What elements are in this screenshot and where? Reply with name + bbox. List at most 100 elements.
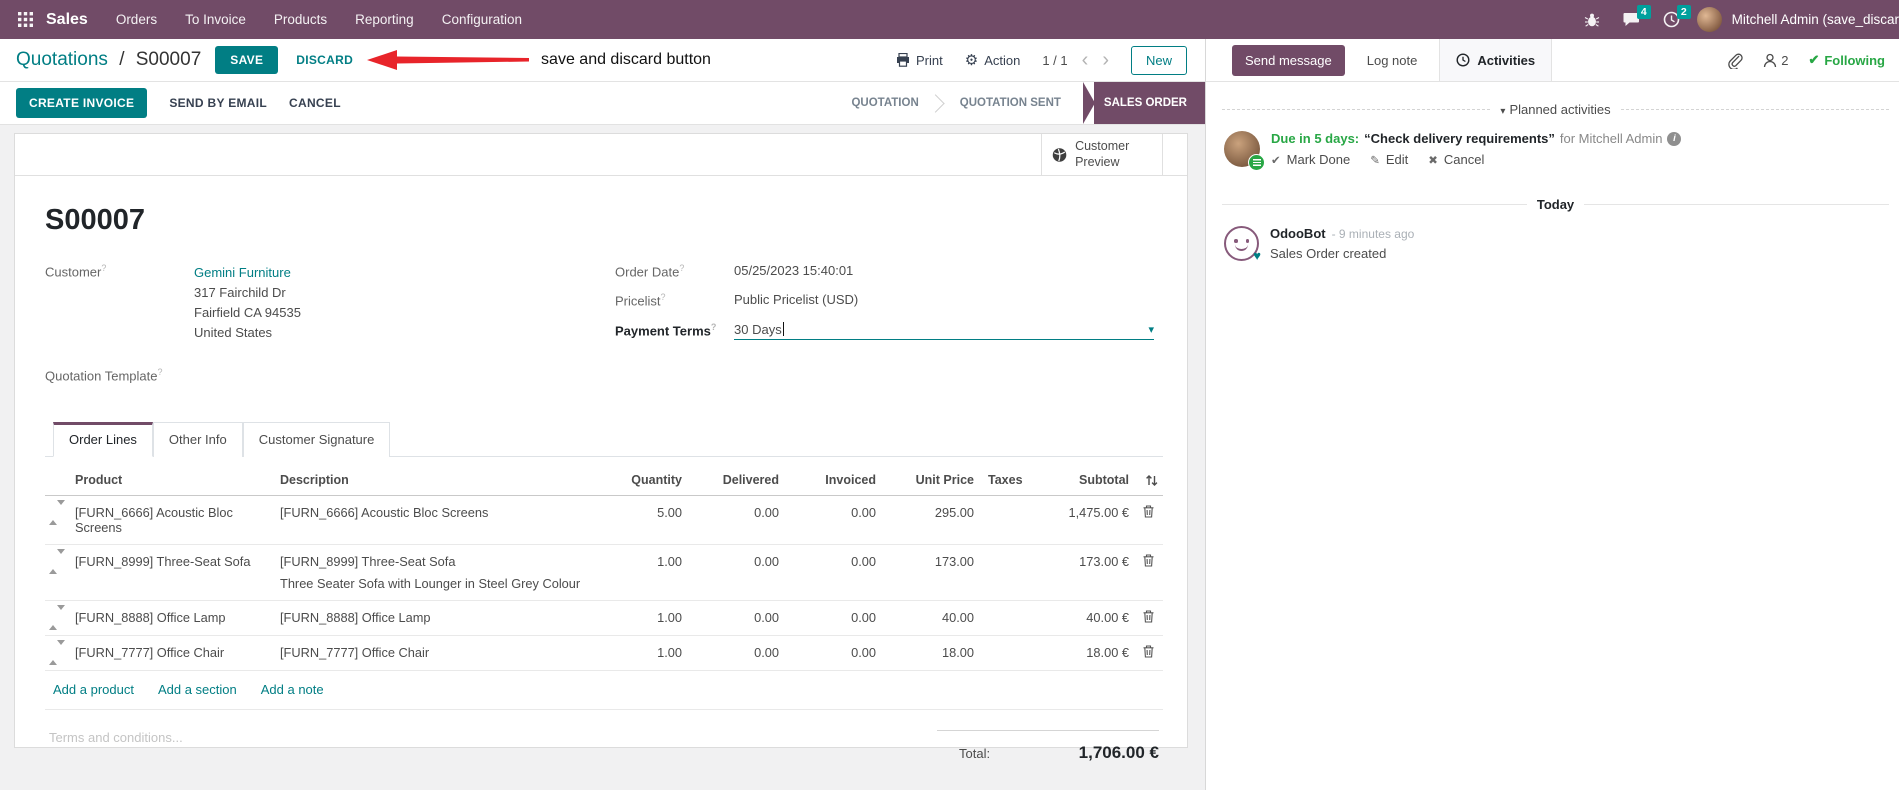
nav-reporting[interactable]: Reporting bbox=[341, 0, 428, 39]
cell-quantity[interactable]: 1.00 bbox=[606, 635, 686, 672]
table-row[interactable]: [FURN_6666] Acoustic Bloc Screens [FURN_… bbox=[45, 495, 1163, 546]
planned-activities-toggle[interactable]: ▾ Planned activities bbox=[1500, 102, 1610, 117]
activities-tab[interactable]: Activities bbox=[1439, 39, 1553, 81]
nav-to-invoice[interactable]: To Invoice bbox=[171, 0, 260, 39]
table-row[interactable]: [FURN_8999] Three-Seat Sofa [FURN_8999] … bbox=[45, 544, 1163, 602]
column-invoiced[interactable]: Invoiced bbox=[783, 465, 880, 497]
send-message-button[interactable]: Send message bbox=[1232, 44, 1345, 76]
terms-and-conditions-placeholder[interactable]: Terms and conditions... bbox=[49, 730, 183, 763]
dropdown-caret-icon[interactable]: ▾ bbox=[1148, 323, 1154, 336]
column-delivered[interactable]: Delivered bbox=[686, 465, 783, 497]
chatter-topbar: Send message Log note Activities 2 ✔ Fol… bbox=[1206, 39, 1899, 82]
drag-handle-icon[interactable] bbox=[49, 605, 65, 631]
tab-customer-signature[interactable]: Customer Signature bbox=[242, 422, 391, 458]
new-button[interactable]: New bbox=[1130, 45, 1187, 75]
optional-columns-icon[interactable] bbox=[1133, 465, 1163, 497]
delete-row-icon[interactable] bbox=[1143, 645, 1154, 658]
user-avatar[interactable] bbox=[1696, 7, 1722, 32]
add-section-link[interactable]: Add a section bbox=[158, 682, 237, 697]
cancel-activity-button[interactable]: ✖ Cancel bbox=[1428, 152, 1484, 167]
order-date-field[interactable]: 05/25/2023 15:40:01 bbox=[734, 263, 853, 279]
cell-description[interactable]: [FURN_7777] Office Chair bbox=[276, 635, 606, 672]
top-navbar: Sales Orders To Invoice Products Reporti… bbox=[0, 0, 1899, 39]
pager-previous-icon[interactable]: ‹ bbox=[1082, 50, 1089, 70]
column-product[interactable]: Product bbox=[71, 465, 276, 497]
pager-next-icon[interactable]: › bbox=[1102, 50, 1109, 70]
apps-grid-icon[interactable] bbox=[12, 7, 38, 33]
delete-row-icon[interactable] bbox=[1143, 610, 1154, 623]
followers-button[interactable]: 2 bbox=[1763, 53, 1788, 68]
add-note-link[interactable]: Add a note bbox=[261, 682, 324, 697]
user-name[interactable]: Mitchell Admin (save_discar bbox=[1732, 12, 1899, 27]
cell-unit-price[interactable]: 173.00 bbox=[880, 544, 978, 602]
nav-orders[interactable]: Orders bbox=[102, 0, 171, 39]
column-quantity[interactable]: Quantity bbox=[606, 465, 686, 497]
app-name[interactable]: Sales bbox=[46, 11, 88, 29]
stage-sales-order[interactable]: SALES ORDER bbox=[1082, 82, 1205, 124]
nav-products[interactable]: Products bbox=[260, 0, 341, 39]
customer-link[interactable]: Gemini Furniture bbox=[194, 263, 301, 283]
table-row[interactable]: [FURN_7777] Office Chair [FURN_7777] Off… bbox=[45, 635, 1163, 672]
cell-taxes[interactable] bbox=[978, 600, 1037, 637]
cell-product[interactable]: [FURN_6666] Acoustic Bloc Screens bbox=[71, 495, 276, 546]
cell-product[interactable]: [FURN_7777] Office Chair bbox=[71, 635, 276, 672]
drag-handle-icon[interactable] bbox=[49, 640, 65, 666]
table-row[interactable]: [FURN_8888] Office Lamp [FURN_8888] Offi… bbox=[45, 600, 1163, 637]
info-icon[interactable]: i bbox=[1667, 131, 1682, 146]
edit-activity-button[interactable]: ✎ Edit bbox=[1370, 152, 1408, 167]
main-panel: Quotations / S00007 SAVE DISCARD save an… bbox=[0, 39, 1206, 790]
stage-quotation[interactable]: QUOTATION bbox=[835, 97, 934, 109]
cell-unit-price[interactable]: 40.00 bbox=[880, 600, 978, 637]
drag-handle-icon[interactable] bbox=[49, 500, 65, 526]
nav-configuration[interactable]: Configuration bbox=[428, 0, 536, 39]
message-author[interactable]: OdooBot bbox=[1270, 226, 1326, 241]
customer-preview-button[interactable]: Customer Preview bbox=[1041, 134, 1163, 175]
payment-terms-field[interactable]: 30 Days ▾ bbox=[734, 322, 1154, 340]
breadcrumb-current: S00007 bbox=[135, 49, 202, 70]
cell-taxes[interactable] bbox=[978, 495, 1037, 546]
column-subtotal[interactable]: Subtotal bbox=[1037, 465, 1133, 497]
cell-product[interactable]: [FURN_8888] Office Lamp bbox=[71, 600, 276, 637]
cell-description[interactable]: [FURN_8999] Three-Seat Sofa Three Seater… bbox=[276, 544, 606, 602]
column-taxes[interactable]: Taxes bbox=[978, 465, 1037, 497]
discard-button[interactable]: DISCARD bbox=[296, 53, 353, 67]
save-button[interactable]: SAVE bbox=[215, 46, 279, 74]
cell-taxes[interactable] bbox=[978, 635, 1037, 672]
log-note-button[interactable]: Log note bbox=[1367, 53, 1418, 68]
action-button[interactable]: ⚙ Action bbox=[965, 53, 1021, 68]
add-product-link[interactable]: Add a product bbox=[53, 682, 134, 697]
send-by-email-button[interactable]: SEND BY EMAIL bbox=[169, 96, 267, 110]
cell-taxes[interactable] bbox=[978, 544, 1037, 602]
cell-invoiced: 0.00 bbox=[783, 600, 880, 637]
column-handle bbox=[45, 465, 71, 497]
messages-icon[interactable]: 4 bbox=[1617, 4, 1651, 33]
column-unit-price[interactable]: Unit Price bbox=[880, 465, 978, 497]
cell-unit-price[interactable]: 295.00 bbox=[880, 495, 978, 546]
debug-bug-icon[interactable] bbox=[1577, 7, 1607, 33]
cell-quantity[interactable]: 1.00 bbox=[606, 544, 686, 602]
odoobot-avatar[interactable]: ♥ bbox=[1224, 226, 1261, 263]
activities-clock-icon[interactable]: 2 bbox=[1657, 4, 1691, 33]
cell-quantity[interactable]: 5.00 bbox=[606, 495, 686, 546]
cell-unit-price[interactable]: 18.00 bbox=[880, 635, 978, 672]
delete-row-icon[interactable] bbox=[1143, 505, 1154, 518]
tab-other-info[interactable]: Other Info bbox=[152, 422, 243, 458]
delete-row-icon[interactable] bbox=[1143, 554, 1154, 567]
print-button[interactable]: Print bbox=[896, 53, 943, 68]
cell-product[interactable]: [FURN_8999] Three-Seat Sofa bbox=[71, 544, 276, 602]
column-description[interactable]: Description bbox=[276, 465, 606, 497]
cell-description[interactable]: [FURN_8888] Office Lamp bbox=[276, 600, 606, 637]
attachment-paperclip-icon[interactable] bbox=[1727, 52, 1743, 69]
following-button[interactable]: ✔ Following bbox=[1808, 52, 1885, 68]
tab-order-lines[interactable]: Order Lines bbox=[53, 422, 153, 458]
cell-description[interactable]: [FURN_6666] Acoustic Bloc Screens bbox=[276, 495, 606, 546]
cell-quantity[interactable]: 1.00 bbox=[606, 600, 686, 637]
activity-user-avatar[interactable] bbox=[1224, 131, 1265, 171]
stage-quotation-sent[interactable]: QUOTATION SENT bbox=[944, 97, 1077, 109]
mark-done-button[interactable]: ✔ Mark Done bbox=[1271, 152, 1350, 167]
drag-handle-icon[interactable] bbox=[49, 549, 65, 575]
pricelist-field[interactable]: Public Pricelist (USD) bbox=[734, 292, 858, 308]
create-invoice-button[interactable]: CREATE INVOICE bbox=[16, 88, 148, 118]
breadcrumb-quotations-link[interactable]: Quotations bbox=[16, 49, 108, 70]
cancel-button[interactable]: CANCEL bbox=[289, 96, 341, 110]
